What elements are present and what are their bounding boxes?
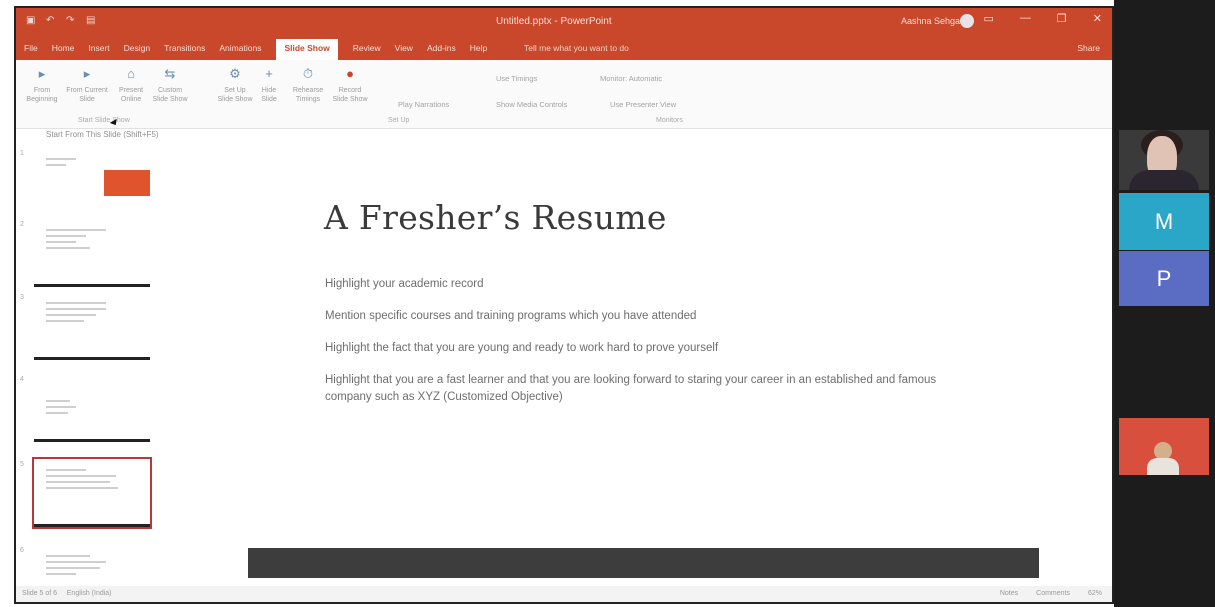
present-online-button[interactable]: ⌂ Present Online xyxy=(114,66,148,104)
status-bar: Slide 5 of 6 English (India) Notes Comme… xyxy=(16,586,1112,602)
minimize-icon[interactable]: — xyxy=(1020,12,1031,25)
thumbnail-image xyxy=(104,170,150,196)
notes-button[interactable]: Notes xyxy=(1000,590,1018,597)
language-indicator[interactable]: English (India) xyxy=(67,590,112,597)
from-current-slide-button[interactable]: ▸ From Current Slide xyxy=(62,66,112,104)
setup-icon: ⚙ xyxy=(229,66,241,81)
record-icon: ● xyxy=(346,66,354,81)
present-online-icon: ⌂ xyxy=(127,66,135,81)
powerpoint-window: ▣ ↶ ↷ ▤ Untitled.pptx - PowerPoint Aashn… xyxy=(14,6,1114,604)
use-timings-checkbox[interactable]: Use Timings xyxy=(496,74,537,83)
bullet-item: Mention specific courses and training pr… xyxy=(325,310,697,322)
document-title: Untitled.pptx - PowerPoint xyxy=(496,16,612,27)
record-label: Record Slide Show xyxy=(332,87,368,103)
record-slide-show-button[interactable]: ● Record Slide Show xyxy=(330,66,370,104)
ribbon-tabs: File Home Insert Design Transitions Anim… xyxy=(16,35,1112,62)
custom-show-icon: ⇆ xyxy=(164,66,176,81)
play-icon: ▸ xyxy=(38,66,46,81)
title-bar: ▣ ↶ ↷ ▤ Untitled.pptx - PowerPoint Aashn… xyxy=(16,8,1112,35)
setup-label: Set Up Slide Show xyxy=(217,87,253,103)
presenter-view-checkbox[interactable]: Use Presenter View xyxy=(610,100,676,109)
slide-number: 1 xyxy=(20,150,24,157)
play-current-icon: ▸ xyxy=(83,66,91,81)
share-button[interactable]: Share xyxy=(1077,43,1100,53)
close-icon[interactable]: ✕ xyxy=(1093,12,1102,25)
slide-number: 3 xyxy=(20,294,24,301)
user-name[interactable]: Aashna Sehgal xyxy=(901,16,962,26)
ribbon-options-icon[interactable]: ▭ xyxy=(984,12,994,25)
zoom-level[interactable]: 62% xyxy=(1088,590,1102,597)
participant-tile-p[interactable]: P xyxy=(1119,251,1209,306)
hide-slide-icon: + xyxy=(265,66,273,81)
bullet-item: Highlight the fact that you are young an… xyxy=(325,342,719,354)
bullet-item: Highlight that you are a fast learner an… xyxy=(325,374,937,403)
ribbon: ▸ From Beginning ▸ From Current Slide ⌂ … xyxy=(16,60,1112,129)
group-start-slide-show: Start Slide Show xyxy=(78,117,130,124)
slide-number: 5 xyxy=(20,461,24,468)
play-narrations-checkbox[interactable]: Play Narrations xyxy=(398,100,449,109)
slide-number: 2 xyxy=(20,221,24,228)
slide-thumbnail[interactable]: 4 xyxy=(20,374,150,442)
tab-slide-show[interactable]: Slide Show xyxy=(275,38,339,62)
meeting-participants-strip: M P xyxy=(1114,0,1215,607)
hide-slide-button[interactable]: + Hide Slide xyxy=(256,66,282,104)
participant-video-child[interactable] xyxy=(1119,418,1209,475)
tell-me-search[interactable]: Tell me what you want to do xyxy=(524,43,629,53)
from-beginning-button[interactable]: ▸ From Beginning xyxy=(22,66,62,104)
present-icon[interactable]: ▤ xyxy=(86,15,98,26)
custom-slide-show-button[interactable]: ⇆ Custom Slide Show xyxy=(150,66,190,104)
rehearse-timings-button[interactable]: ⏱ Rehearse Timings xyxy=(288,66,328,104)
window-buttons: ▭ — ❐ ✕ xyxy=(984,12,1103,25)
avatar[interactable] xyxy=(960,14,974,28)
slide-thumbnail-selected[interactable]: 5 xyxy=(20,457,152,529)
show-media-controls-checkbox[interactable]: Show Media Controls xyxy=(496,100,567,109)
slide-counter: Slide 5 of 6 xyxy=(22,590,58,597)
slide-thumbnail[interactable]: 1 xyxy=(20,148,150,216)
restore-icon[interactable]: ❐ xyxy=(1057,12,1067,25)
monitor-select[interactable]: Monitor: Automatic xyxy=(600,74,662,83)
slide-thumbnail-pane: 1 2 3 4 5 6 xyxy=(16,133,161,602)
set-up-slide-show-button[interactable]: ⚙ Set Up Slide Show xyxy=(216,66,254,104)
rehearse-icon: ⏱ xyxy=(302,66,314,81)
participant-video-woman[interactable] xyxy=(1119,130,1209,190)
custom-show-label: Custom Slide Show xyxy=(152,87,188,103)
group-set-up: Set Up xyxy=(388,117,410,124)
slide-bullets[interactable]: Highlight your academic record Mention s… xyxy=(325,276,975,421)
bullet-item: Highlight your academic record xyxy=(325,278,484,290)
group-monitors: Monitors xyxy=(656,117,683,124)
from-current-label: From Current Slide xyxy=(66,87,108,103)
undo-icon[interactable]: ↶ xyxy=(46,15,58,26)
slide-thumbnail[interactable]: 3 xyxy=(20,292,150,360)
slide-title[interactable]: A Fresher’s Resume xyxy=(324,198,667,237)
slide-number: 6 xyxy=(20,547,24,554)
slide-number: 4 xyxy=(20,376,24,383)
quick-access-toolbar: ▣ ↶ ↷ ▤ xyxy=(26,15,98,26)
participant-tile-m[interactable]: M xyxy=(1119,193,1209,250)
rehearse-label: Rehearse Timings xyxy=(292,87,324,103)
save-icon[interactable]: ▣ xyxy=(26,15,38,26)
slide-thumbnail[interactable]: 2 xyxy=(20,219,150,287)
participant-initial: P xyxy=(1156,265,1172,291)
hide-slide-label: Hide Slide xyxy=(261,87,277,103)
redo-icon[interactable]: ↷ xyxy=(66,15,78,26)
comments-button[interactable]: Comments xyxy=(1036,590,1070,597)
slide-footer-bar xyxy=(248,548,1039,578)
participant-initial: M xyxy=(1154,208,1174,234)
from-beginning-label: From Beginning xyxy=(26,87,58,103)
present-online-label: Present Online xyxy=(118,87,144,103)
